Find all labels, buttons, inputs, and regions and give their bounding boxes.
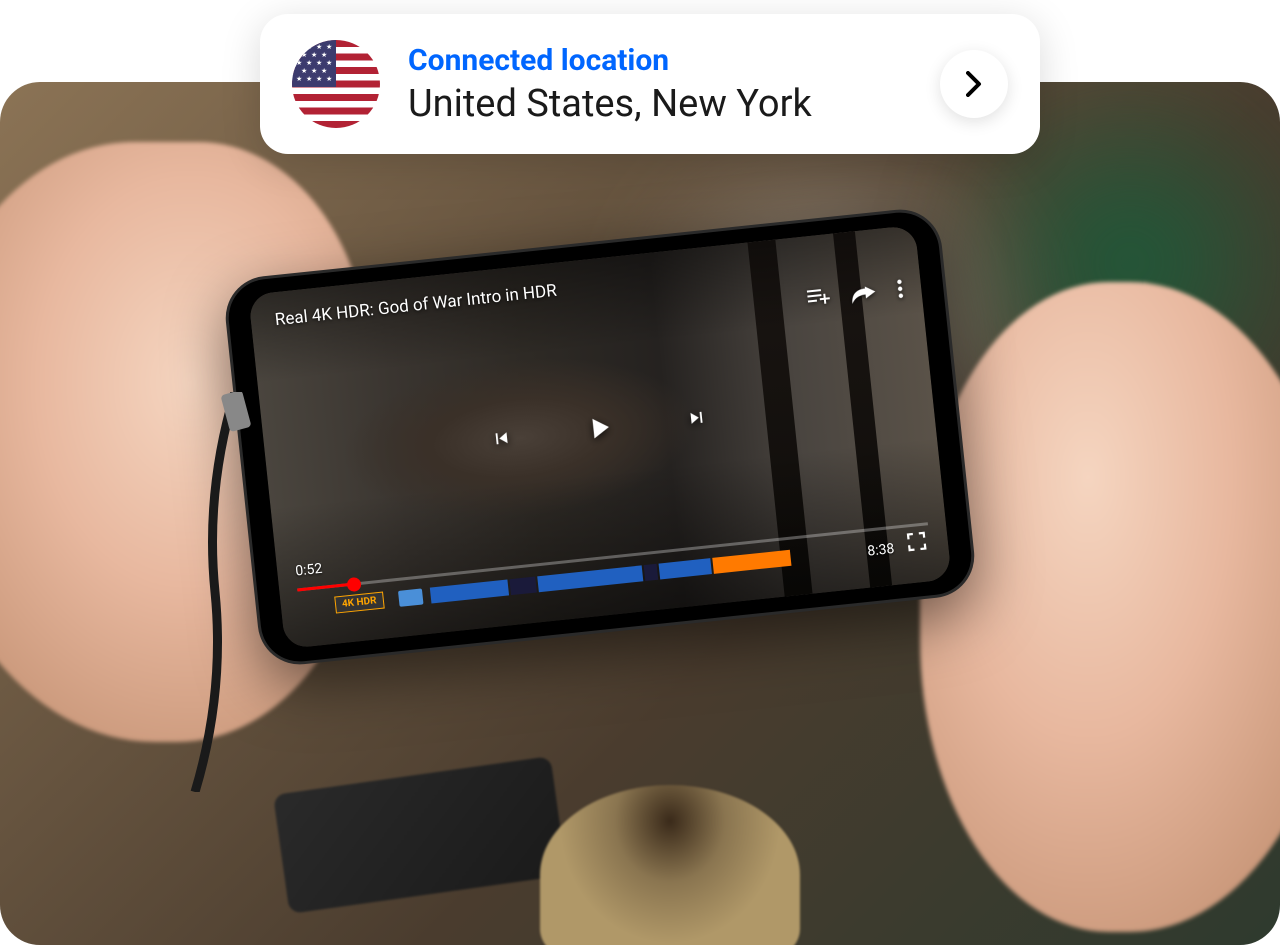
play-icon[interactable] bbox=[580, 409, 618, 450]
us-flag-icon: ★ ★ ★ ★ ★ ★ ★ ★ ★ ★ ★ ★ ★ ★ ★ ★ ★ ★ bbox=[292, 40, 380, 128]
location-label: Connected location bbox=[408, 43, 912, 78]
hand-right bbox=[920, 282, 1280, 932]
playlist-add-icon[interactable] bbox=[807, 287, 831, 313]
phone-device: Real 4K HDR: God of War Intro in HDR bbox=[222, 205, 979, 668]
wallet bbox=[273, 756, 567, 914]
cc-badge[interactable] bbox=[398, 588, 424, 606]
cup bbox=[540, 785, 800, 945]
location-card[interactable]: ★ ★ ★ ★ ★ ★ ★ ★ ★ ★ ★ ★ ★ ★ ★ ★ ★ ★ Conn… bbox=[260, 14, 1040, 154]
fullscreen-icon[interactable] bbox=[907, 532, 927, 556]
share-icon[interactable] bbox=[850, 281, 876, 308]
location-value: United States, New York bbox=[408, 82, 912, 126]
skip-next-icon[interactable] bbox=[684, 406, 709, 434]
chevron-right-button[interactable] bbox=[940, 50, 1008, 118]
phone-screen: Real 4K HDR: God of War Intro in HDR bbox=[248, 225, 952, 649]
skip-previous-icon[interactable] bbox=[489, 426, 514, 454]
background-photo: Real 4K HDR: God of War Intro in HDR bbox=[0, 82, 1280, 945]
chevron-right-icon bbox=[966, 71, 982, 97]
total-time: 8:38 bbox=[867, 541, 896, 560]
current-time: 0:52 bbox=[295, 561, 324, 580]
quality-badge: 4K HDR bbox=[334, 592, 384, 614]
